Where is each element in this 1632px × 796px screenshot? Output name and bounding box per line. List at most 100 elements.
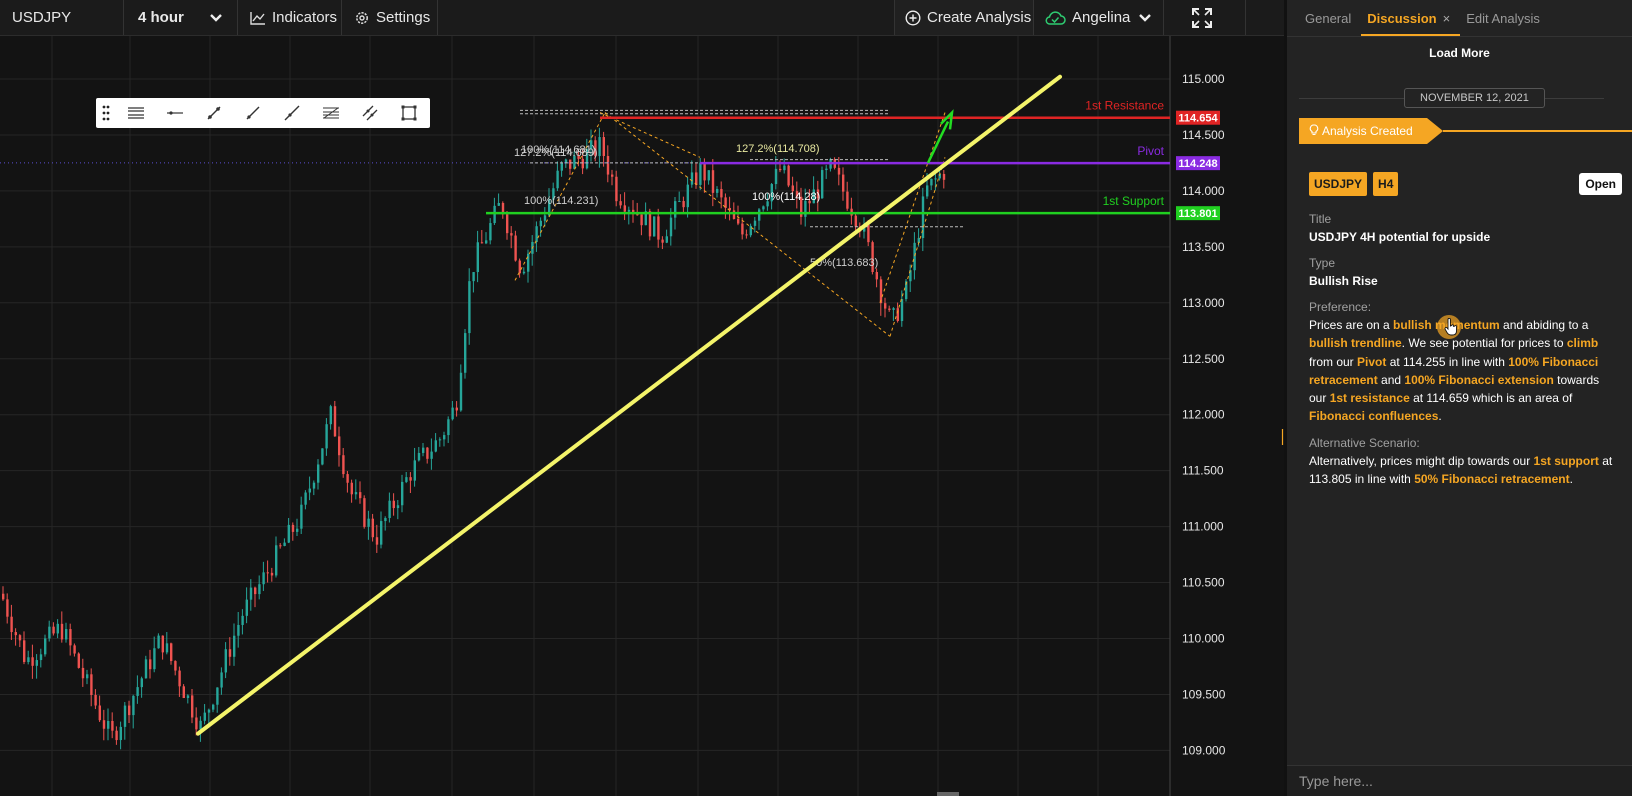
horizontal-ray-tool-icon[interactable] — [155, 98, 194, 128]
interval-selector[interactable]: 4 hour — [124, 0, 238, 35]
tab-general[interactable]: General — [1299, 11, 1361, 36]
candle-body — [191, 695, 194, 718]
fibonacci-tool-icon[interactable] — [311, 98, 350, 128]
candle-body — [518, 260, 521, 274]
y-axis-tick-label: 111.000 — [1182, 520, 1224, 534]
candle-body — [598, 137, 601, 157]
y-axis-tick-label: 109.500 — [1182, 687, 1226, 701]
candle-body — [665, 236, 668, 243]
candle-body — [653, 216, 656, 237]
tab-edit-analysis[interactable]: Edit Analysis — [1460, 11, 1550, 36]
candle-body — [611, 174, 614, 177]
candle-body — [312, 482, 316, 489]
candle-body — [753, 220, 757, 226]
candle-body — [842, 174, 845, 192]
candle-body — [111, 720, 114, 731]
candle-body — [485, 240, 488, 244]
candle-body — [669, 217, 673, 237]
candle-body — [69, 629, 72, 646]
candle-body — [136, 687, 139, 696]
chart-canvas[interactable]: 115.000 114.500 114.000 113.500 113.000 112.5… — [0, 36, 1284, 796]
chevron-down-icon — [1139, 13, 1152, 22]
candle-body — [699, 162, 702, 185]
candle-body — [48, 626, 51, 639]
candle-body — [451, 407, 454, 420]
candle-body — [464, 333, 467, 373]
close-icon[interactable]: × — [1443, 11, 1451, 26]
indicators-button[interactable]: Indicators — [238, 0, 342, 35]
ray-tool-icon[interactable] — [233, 98, 272, 128]
horizontal-lines-tool-icon[interactable] — [116, 98, 155, 128]
candle-body — [774, 168, 778, 185]
symbol-selector[interactable]: USDJPY — [0, 0, 124, 35]
fibonacci-label: 127.2%(114.708) — [736, 143, 820, 155]
fibonacci-label: 100%(114.231) — [524, 195, 598, 207]
candle-body — [405, 477, 408, 482]
fullscreen-button[interactable] — [1164, 0, 1246, 35]
candle-body — [930, 178, 933, 186]
candle-body — [174, 661, 177, 671]
parallel-channel-tool-icon[interactable] — [350, 98, 389, 128]
candle-body — [480, 242, 484, 244]
candle-body — [455, 407, 458, 411]
candle-body — [489, 223, 492, 241]
user-menu[interactable]: Angelina — [1034, 0, 1164, 35]
candle-body — [926, 185, 929, 197]
candle-body — [321, 448, 324, 465]
price-chart[interactable]: 115.000 114.500 114.000 113.500 113.000 112.5… — [0, 36, 1284, 796]
candle-body — [426, 447, 429, 459]
candle-body — [619, 201, 622, 206]
candle-body — [291, 524, 295, 532]
y-axis-tick-label: 109.000 — [1182, 743, 1226, 757]
tab-discussion-label: Discussion — [1367, 11, 1437, 26]
candle-body — [434, 440, 437, 452]
price-tag-label: 114.248 — [1178, 158, 1217, 170]
candle-body — [522, 271, 526, 274]
candle-body — [161, 635, 164, 653]
y-axis-tick-label: 113.000 — [1182, 296, 1225, 310]
chart-line-icon — [250, 11, 265, 25]
candle-body — [707, 170, 710, 181]
candle-body — [661, 239, 664, 243]
hand-cursor-icon — [1444, 318, 1458, 336]
analysis-created-text: Analysis Created — [1322, 124, 1413, 138]
extended-line-tool-icon[interactable] — [272, 98, 311, 128]
panel-tabs: General Discussion × Edit Analysis — [1287, 0, 1632, 37]
candle-body — [363, 498, 366, 527]
candle-body — [203, 712, 206, 721]
symbol-label: USDJPY — [12, 9, 72, 26]
candle-body — [837, 167, 841, 175]
candle-body — [178, 670, 181, 687]
trend-line-tool-icon[interactable] — [194, 98, 233, 128]
candle-body — [468, 281, 471, 334]
candle-body — [115, 730, 118, 741]
y-axis-tick-label: 111.500 — [1182, 464, 1224, 478]
candle-body — [60, 623, 64, 640]
candle-body — [459, 372, 463, 411]
tab-discussion[interactable]: Discussion × — [1361, 11, 1461, 36]
candle-body — [942, 173, 946, 180]
drag-handle-icon[interactable] — [96, 98, 116, 128]
candle-body — [640, 214, 643, 226]
create-analysis-button[interactable]: Create Analysis — [894, 0, 1034, 35]
fullscreen-icon — [1191, 7, 1212, 28]
candle-body — [686, 184, 689, 208]
candle-body — [170, 643, 173, 662]
settings-button[interactable]: Settings — [342, 0, 438, 35]
candle-body — [539, 220, 542, 227]
preference-label: Preference: — [1309, 300, 1372, 314]
y-axis-tick-label: 113.500 — [1182, 240, 1225, 254]
candle-body — [493, 205, 496, 224]
candle-body — [98, 705, 101, 721]
candle-body — [31, 657, 34, 666]
rectangle-tool-icon[interactable] — [389, 98, 428, 128]
fibonacci-label: 100%(114.28) — [752, 191, 820, 203]
candle-body — [195, 717, 198, 730]
comment-input[interactable] — [1287, 766, 1632, 796]
open-button[interactable]: Open — [1579, 173, 1622, 195]
load-more-button[interactable]: Load More — [1287, 46, 1632, 60]
horizontal-scroll-thumb — [937, 792, 959, 796]
gear-icon — [356, 11, 368, 24]
interval-label: 4 hour — [138, 9, 184, 26]
candle-body — [199, 720, 202, 730]
